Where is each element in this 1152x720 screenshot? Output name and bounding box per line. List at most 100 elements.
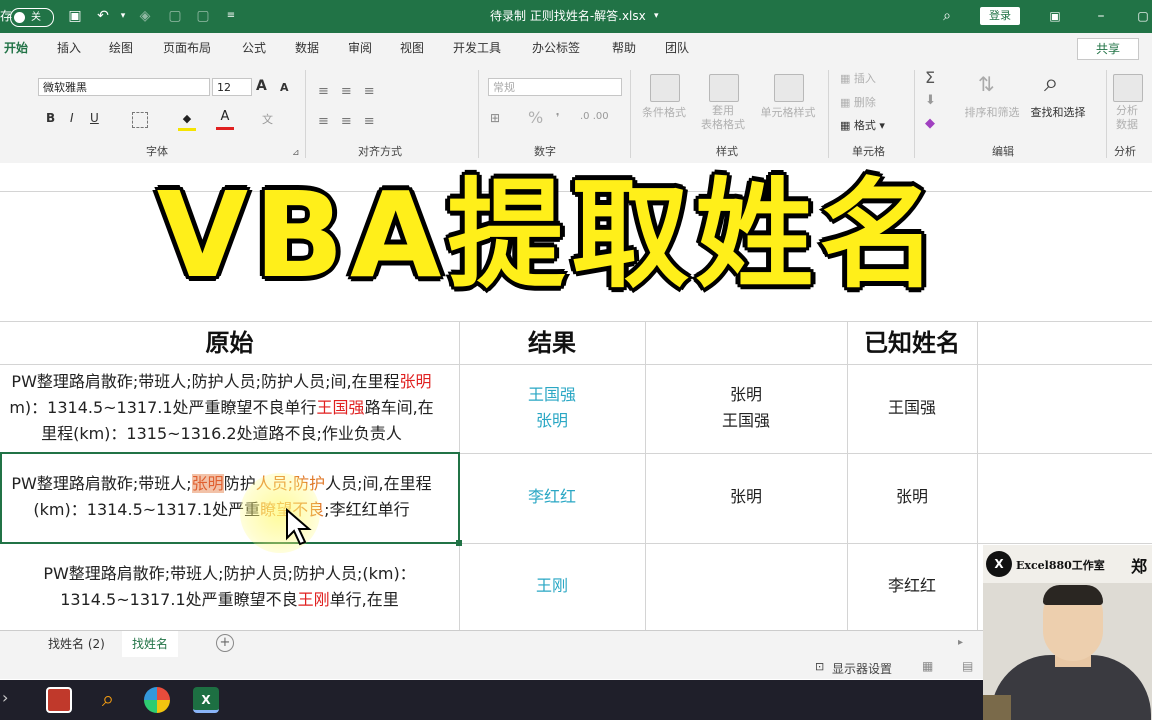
header-original[interactable]: 原始 [0,323,459,363]
clear-icon[interactable]: ◆ [925,116,935,131]
autosum-icon[interactable]: Σ [925,68,935,87]
accounting-icon[interactable]: ⊞ [490,111,500,125]
phonetic-icon[interactable]: 文 [262,111,273,127]
analyze-data-icon[interactable] [1113,74,1143,102]
sort-filter-icon[interactable]: ⇅ [978,72,995,96]
sheet-tab-find-name-2[interactable]: 找姓名 (2) [38,631,115,657]
tab-draw[interactable]: 绘图 [109,33,133,63]
maximize-icon[interactable]: ▢ [1132,5,1152,27]
bold-button[interactable]: B [46,111,55,125]
save-icon[interactable]: ▣ [64,5,86,27]
minimize-icon[interactable]: – [1090,5,1112,27]
selected-text: 张明 [191,474,224,493]
row3-original[interactable]: PW整理路肩散砟;带班人;防护人员;防护人员;(km)： 1314.5~1317… [0,561,459,613]
italic-button[interactable]: I [70,111,74,125]
grow-font-button[interactable]: A [256,78,267,94]
search-app-icon[interactable]: ⌕ [95,687,121,713]
login-button[interactable]: 登录 [980,7,1020,25]
tab-review[interactable]: 审阅 [348,33,372,63]
ribbon-display-icon[interactable]: ▣ [1044,5,1066,27]
excel-icon[interactable]: X [193,687,219,713]
row2-original[interactable]: PW整理路肩散砟;带班人;张明防护人员;防护人员;间,在里程 (km)：1314… [0,471,459,523]
number-format-select[interactable]: 常规 [488,78,622,96]
customize-toolbar-icon[interactable]: ≡ [220,5,242,27]
scroll-right-icon[interactable]: ▸ [958,637,963,648]
add-sheet-icon[interactable]: + [216,634,234,652]
tab-developer[interactable]: 开发工具 [453,33,501,63]
tab-insert[interactable]: 插入 [57,33,81,63]
tab-help[interactable]: 帮助 [612,33,636,63]
analyze-data-button[interactable]: 分析 数据 [1108,104,1146,132]
autosave-toggle[interactable]: 关 [10,8,54,27]
text-segment: PW整理路肩散砟;带班人;防护人员;防护人员;间,在里程 [11,372,400,391]
delete-cells-button[interactable]: ▦ 删除 [840,94,876,110]
display-settings-label[interactable]: 显示器设置 [832,660,892,677]
shrink-font-button[interactable]: A [280,81,289,94]
insert-cells-button[interactable]: ▦ 插入 [840,70,876,86]
tab-formulas[interactable]: 公式 [242,33,266,63]
underline-button[interactable]: U [90,111,99,125]
text-segment: (km)：1314.5~1317.1处严重 [33,500,261,519]
format-painter-icon[interactable]: ◈ [134,5,156,27]
format-cells-button[interactable]: ▦ 格式 ▾ [840,117,885,133]
new-file-icon[interactable]: ▢ [164,5,186,27]
tab-office-tab[interactable]: 办公标签 [532,33,580,63]
conditional-format-button[interactable]: 条件格式 [636,104,692,120]
row2-col3[interactable]: 张明 [645,484,847,510]
sort-filter-button[interactable]: 排序和筛选 [960,104,1024,120]
font-name-select[interactable]: 微软雅黑 [38,78,210,96]
cell-style-icon[interactable] [774,74,804,102]
app-red-icon[interactable] [46,687,72,713]
row3-result[interactable]: 王刚 [459,573,645,599]
header-result[interactable]: 结果 [459,323,645,363]
tab-home[interactable]: 开始 [4,33,28,63]
browser-icon[interactable] [144,687,170,713]
row1-result[interactable]: 王国强 张明 [459,382,645,434]
border-icon[interactable] [132,112,148,128]
display-settings-icon[interactable]: ⊡ [815,660,824,673]
fill-color-icon[interactable]: ◆ [178,112,196,131]
chair-arm [983,695,1011,720]
table-format-icon[interactable] [709,74,739,102]
search-icon[interactable]: ⌕ [936,5,958,27]
undo-icon[interactable]: ↶ [92,5,114,27]
row1-known[interactable]: 王国强 [847,395,977,421]
tab-team[interactable]: 团队 [665,33,689,63]
studio-name: Excel880工作室 [1016,559,1105,572]
grid-line [977,321,978,630]
undo-dropdown-icon[interactable]: ▾ [112,5,134,27]
share-button[interactable]: 共享 [1077,38,1139,60]
tab-page-layout[interactable]: 页面布局 [163,33,211,63]
percent-button[interactable]: % [528,108,543,127]
row2-result[interactable]: 李红红 [459,484,645,510]
fill-icon[interactable]: ⬇ [925,93,936,108]
group-separator [914,70,915,158]
alignment-buttons[interactable]: ≡≡≡ ≡≡≡ [318,77,418,137]
title-dropdown-icon[interactable]: ▾ [654,0,659,33]
find-icon[interactable]: ⌕ [1044,68,1059,99]
decimal-icons[interactable]: .0 .00 [580,111,609,122]
table-format-button[interactable]: 套用 表格格式 [692,104,754,132]
presenter-hair [1043,585,1103,605]
tab-data[interactable]: 数据 [295,33,319,63]
studio-logo: X [986,551,1012,577]
normal-view-icon[interactable]: ▦ [922,659,933,673]
comma-style-icon[interactable]: ❜ [556,111,560,124]
taskbar-overflow-icon[interactable]: › [2,688,8,707]
font-size-select[interactable]: 12 [212,78,252,96]
conditional-format-icon[interactable] [650,74,680,102]
fill-handle[interactable] [456,540,462,546]
row1-col3[interactable]: 张明 王国强 [645,382,847,434]
text-segment: 里程(km)：1315~1316.2处道路不良;作业负责人 [41,424,402,443]
find-select-button[interactable]: 查找和选择 [1026,104,1090,120]
row3-known[interactable]: 李红红 [847,573,977,599]
row2-known[interactable]: 张明 [847,484,977,510]
row1-original[interactable]: PW整理路肩散砟;带班人;防护人员;防护人员;间,在里程张明 m)：1314.5… [0,369,459,447]
tab-view[interactable]: 视图 [400,33,424,63]
open-file-icon[interactable]: ▢ [192,5,214,27]
font-color-icon[interactable]: A [216,109,234,130]
sheet-tab-find-name[interactable]: 找姓名 [122,631,179,659]
cell-style-button[interactable]: 单元格样式 [756,104,820,120]
page-layout-view-icon[interactable]: ▤ [962,659,973,673]
header-known-names[interactable]: 已知姓名 [847,323,977,363]
